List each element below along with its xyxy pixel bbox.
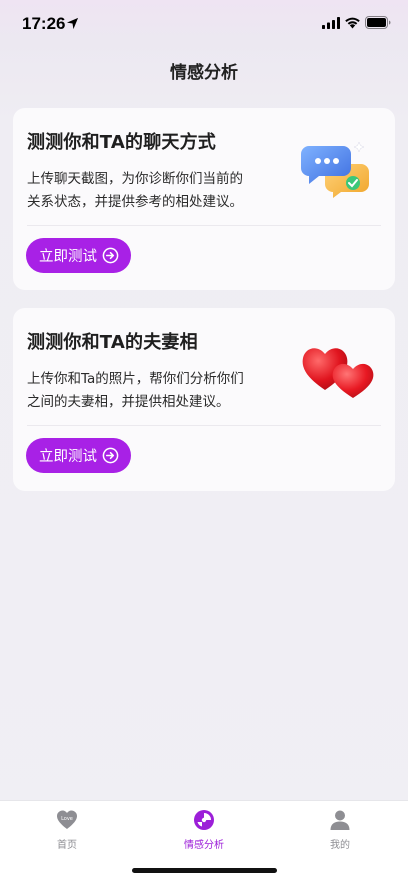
arrow-right-circle-icon [102,247,119,264]
page-title: 情感分析 [170,63,238,83]
card-title: 测测你和TA的夫妻相 [27,332,198,353]
card-description-line: 上传你和Ta的照片，帮你们分析你们 [27,371,244,387]
home-indicator [132,868,277,873]
start-test-button-label: 立即测试 [39,449,97,465]
arrow-right-circle-icon [102,447,119,464]
card-description-line: 关系状态，并提供参考的相处建议。 [27,194,243,210]
love-heart-text: Love [61,816,73,822]
tab-label: 首页 [57,840,77,851]
tab-home[interactable]: Love 首页 [27,809,107,851]
status-bar: 17:26 [0,0,408,50]
wifi-icon [345,17,360,29]
card-divider [27,425,381,426]
card-description: 上传聊天截图，为你诊断你们当前的 关系状态，并提供参考的相处建议。 [27,168,277,214]
card-description: 上传你和Ta的照片，帮你们分析你们 之间的夫妻相，并提供相处建议。 [27,368,277,414]
analysis-icon [194,810,214,830]
start-test-button[interactable]: 立即测试 [26,238,131,273]
love-heart-icon: Love [57,810,77,829]
start-test-button-label: 立即测试 [39,249,97,265]
card-description-line: 上传聊天截图，为你诊断你们当前的 [27,171,243,187]
location-arrow-icon [66,17,79,30]
tab-analysis[interactable]: 情感分析 [164,809,244,851]
start-test-button[interactable]: 立即测试 [26,438,131,473]
tab-label: 我的 [330,840,350,851]
couple-face-card[interactable]: 测测你和TA的夫妻相 上传你和Ta的照片，帮你们分析你们 之间的夫妻相，并提供相… [13,308,395,491]
card-divider [27,225,381,226]
tab-label: 情感分析 [184,840,224,851]
battery-icon [365,16,391,29]
user-icon [330,810,350,830]
tab-mine[interactable]: 我的 [300,809,380,851]
chat-bubbles-icon [301,141,369,198]
hearts-icon [302,348,374,398]
cellular-signal-icon [322,17,340,29]
card-title: 测测你和TA的聊天方式 [27,132,217,153]
card-description-line: 之间的夫妻相，并提供相处建议。 [27,394,230,410]
chat-analysis-card[interactable]: 测测你和TA的聊天方式 上传聊天截图，为你诊断你们当前的 关系状态，并提供参考的… [13,108,395,290]
status-time: 17:26 [22,14,66,33]
